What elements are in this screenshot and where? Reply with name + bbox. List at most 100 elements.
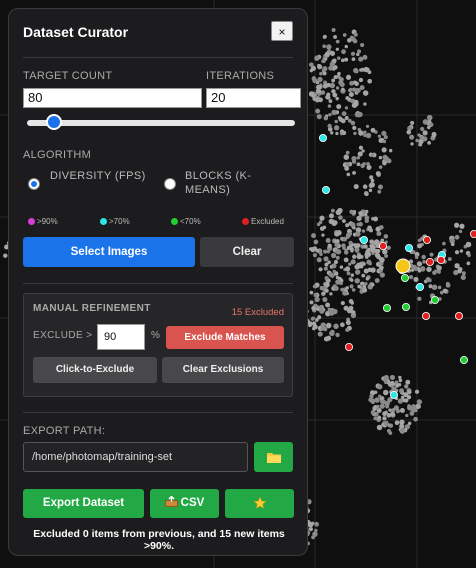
map-point [352, 170, 356, 175]
map-point [365, 277, 370, 281]
map-point [397, 398, 404, 404]
clear-exclusions-button[interactable]: Clear Exclusions [162, 357, 284, 383]
selected-point[interactable] [400, 273, 409, 282]
map-point [345, 150, 350, 155]
map-point [391, 382, 396, 387]
map-point [345, 320, 351, 326]
map-point [376, 231, 382, 237]
selected-point[interactable] [425, 257, 434, 266]
selected-point[interactable] [459, 355, 468, 364]
iterations-input[interactable]: 20 [206, 88, 301, 108]
map-point [369, 239, 374, 244]
radio-diversity[interactable] [28, 178, 40, 190]
map-point [349, 284, 354, 289]
map-point [454, 222, 460, 228]
map-point [3, 253, 8, 258]
map-point [321, 233, 325, 237]
selected-point[interactable] [421, 311, 430, 320]
map-point [426, 114, 433, 121]
selected-point[interactable] [454, 311, 463, 320]
selected-point[interactable] [382, 303, 391, 312]
map-point [311, 305, 317, 311]
map-point [402, 398, 407, 403]
map-point [328, 272, 334, 278]
exclude-matches-button[interactable]: Exclude Matches [166, 326, 284, 349]
map-point [327, 123, 332, 129]
map-point [356, 254, 362, 260]
map-point [344, 266, 351, 272]
target-count-label: TARGET COUNT [23, 70, 113, 82]
selected-point[interactable] [321, 185, 330, 194]
export-dataset-button[interactable]: Export Dataset [23, 489, 144, 518]
clear-button[interactable]: Clear [200, 237, 294, 267]
select-images-button[interactable]: Select Images [23, 237, 195, 267]
map-point [425, 277, 431, 282]
slider-thumb[interactable] [45, 114, 62, 130]
map-point [329, 292, 333, 296]
star-icon [252, 496, 267, 509]
map-point [417, 243, 423, 249]
selected-point[interactable] [359, 235, 368, 244]
map-point [362, 90, 369, 96]
radio-blocks-label: BLOCKS (K-MEANS) [185, 170, 252, 196]
selected-point[interactable] [404, 243, 413, 252]
map-point [436, 269, 442, 274]
map-point [374, 278, 380, 283]
excluded-count-badge: 15 Excluded [231, 307, 284, 318]
selected-point[interactable] [344, 342, 353, 351]
selected-point[interactable] [378, 241, 387, 250]
map-point [320, 327, 324, 331]
map-point [322, 225, 327, 230]
map-point [370, 267, 376, 273]
map-point [319, 305, 324, 309]
legend-item-excluded: Excluded [242, 217, 284, 227]
radio-blocks[interactable] [164, 178, 176, 190]
map-point [335, 131, 339, 136]
map-point [348, 305, 354, 311]
map-point [348, 231, 353, 236]
close-button[interactable]: × [271, 21, 293, 41]
export-csv-button[interactable]: CSV [150, 489, 219, 518]
favorite-button[interactable] [225, 489, 294, 518]
selected-point[interactable] [470, 230, 476, 238]
export-path-label: EXPORT PATH: [23, 425, 106, 437]
map-point [414, 255, 419, 259]
map-point [322, 66, 328, 72]
map-point [421, 254, 426, 260]
map-point [370, 243, 375, 248]
selected-point[interactable] [415, 282, 424, 291]
map-point [356, 49, 362, 54]
percent-label: % [151, 330, 160, 341]
selected-point[interactable] [401, 302, 410, 311]
map-point [334, 231, 340, 237]
map-point [378, 265, 384, 271]
map-point [364, 191, 369, 197]
selected-point[interactable] [436, 255, 445, 264]
map-point [361, 149, 365, 153]
selected-point[interactable] [422, 235, 431, 244]
map-point [350, 36, 356, 42]
map-point [325, 238, 331, 244]
browse-folder-button[interactable] [254, 442, 293, 472]
map-point [316, 307, 320, 311]
map-point [454, 234, 460, 240]
map-point [379, 257, 385, 263]
selected-point[interactable] [430, 295, 439, 304]
map-point [309, 300, 314, 305]
map-point [325, 302, 331, 308]
map-point [358, 211, 364, 216]
map-point [332, 92, 338, 98]
exclude-threshold-input[interactable]: 90 [97, 324, 145, 350]
export-path-input[interactable]: /home/photomap/training-set [23, 442, 248, 472]
map-point [350, 278, 354, 282]
selected-point[interactable] [318, 133, 327, 142]
current-location-marker[interactable] [395, 258, 411, 274]
target-count-input[interactable]: 80 [23, 88, 202, 108]
map-point [384, 253, 389, 258]
map-point [410, 120, 415, 125]
target-count-slider[interactable] [27, 120, 295, 126]
click-to-exclude-button[interactable]: Click-to-Exclude [33, 357, 157, 383]
map-point [323, 256, 329, 262]
map-point [410, 142, 414, 146]
selected-point[interactable] [389, 390, 398, 399]
